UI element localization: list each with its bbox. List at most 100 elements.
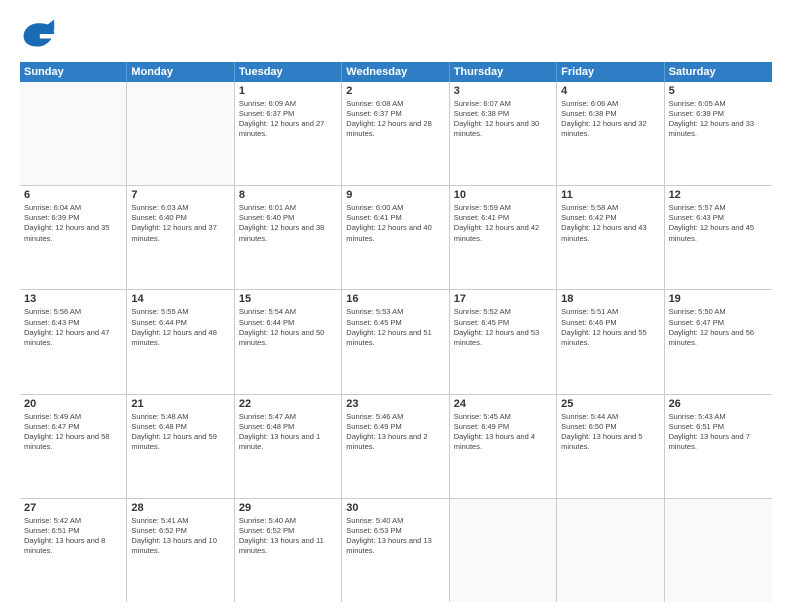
calendar-row-1: 1 Sunrise: 6:09 AM Sunset: 6:37 PM Daylig…: [20, 82, 772, 186]
day-number: 20: [24, 398, 122, 410]
calendar-cell: 7 Sunrise: 6:03 AM Sunset: 6:40 PM Daylig…: [127, 186, 234, 289]
calendar-cell: [450, 499, 557, 602]
cell-info: Sunrise: 6:06 AM Sunset: 6:38 PM Dayligh…: [561, 99, 659, 140]
calendar-cell: 22 Sunrise: 5:47 AM Sunset: 6:48 PM Dayli…: [235, 395, 342, 498]
day-number: 16: [346, 293, 444, 305]
calendar-cell: 13 Sunrise: 5:56 AM Sunset: 6:43 PM Dayli…: [20, 290, 127, 393]
logo: [20, 16, 60, 52]
cell-info: Sunrise: 5:54 AM Sunset: 6:44 PM Dayligh…: [239, 307, 337, 348]
cell-info: Sunrise: 5:57 AM Sunset: 6:43 PM Dayligh…: [669, 203, 768, 244]
calendar-cell: 11 Sunrise: 5:58 AM Sunset: 6:42 PM Dayli…: [557, 186, 664, 289]
cell-info: Sunrise: 5:40 AM Sunset: 6:52 PM Dayligh…: [239, 516, 337, 557]
calendar-cell: 23Sunrise: 5:46 AM Sunset: 6:49 PM Dayli…: [342, 395, 449, 498]
cell-info: Sunrise: 6:09 AM Sunset: 6:37 PM Dayligh…: [239, 99, 337, 140]
calendar-cell: 24Sunrise: 5:45 AM Sunset: 6:49 PM Dayli…: [450, 395, 557, 498]
calendar-row-4: 20 Sunrise: 5:49 AM Sunset: 6:47 PM Dayli…: [20, 395, 772, 499]
cell-info: Sunrise: 6:08 AM Sunset: 6:37 PM Dayligh…: [346, 99, 444, 140]
cell-info: Sunrise: 5:41 AM Sunset: 6:52 PM Dayligh…: [131, 516, 229, 557]
calendar-cell: 4 Sunrise: 6:06 AM Sunset: 6:38 PM Daylig…: [557, 82, 664, 185]
cell-info: Sunrise: 5:51 AM Sunset: 6:46 PM Dayligh…: [561, 307, 659, 348]
calendar-cell: 20 Sunrise: 5:49 AM Sunset: 6:47 PM Dayli…: [20, 395, 127, 498]
day-number: 6: [24, 189, 122, 201]
calendar-row-3: 13 Sunrise: 5:56 AM Sunset: 6:43 PM Dayli…: [20, 290, 772, 394]
weekday-header-tuesday: Tuesday: [235, 62, 342, 82]
calendar-cell: [20, 82, 127, 185]
calendar-cell: [127, 82, 234, 185]
cell-info: Sunrise: 5:40 AM Sunset: 6:53 PM Dayligh…: [346, 516, 444, 557]
cell-info: Sunrise: 5:52 AM Sunset: 6:45 PM Dayligh…: [454, 307, 552, 348]
calendar-cell: 29 Sunrise: 5:40 AM Sunset: 6:52 PM Dayli…: [235, 499, 342, 602]
cell-info: Sunrise: 5:43 AM Sunset: 6:51 PM Dayligh…: [669, 412, 768, 453]
calendar-cell: 18Sunrise: 5:51 AM Sunset: 6:46 PM Dayli…: [557, 290, 664, 393]
calendar-cell: [665, 499, 772, 602]
calendar-cell: 19Sunrise: 5:50 AM Sunset: 6:47 PM Dayli…: [665, 290, 772, 393]
calendar-cell: 30 Sunrise: 5:40 AM Sunset: 6:53 PM Dayli…: [342, 499, 449, 602]
cell-info: Sunrise: 6:04 AM Sunset: 6:39 PM Dayligh…: [24, 203, 122, 244]
weekday-header-thursday: Thursday: [450, 62, 557, 82]
cell-info: Sunrise: 6:00 AM Sunset: 6:41 PM Dayligh…: [346, 203, 444, 244]
calendar-cell: 8Sunrise: 6:01 AM Sunset: 6:40 PM Daylig…: [235, 186, 342, 289]
day-number: 24: [454, 398, 552, 410]
weekday-header-friday: Friday: [557, 62, 664, 82]
cell-info: Sunrise: 5:49 AM Sunset: 6:47 PM Dayligh…: [24, 412, 122, 453]
day-number: 7: [131, 189, 229, 201]
day-number: 9: [346, 189, 444, 201]
day-number: 28: [131, 502, 229, 514]
weekday-header-sunday: Sunday: [20, 62, 127, 82]
cell-info: Sunrise: 5:42 AM Sunset: 6:51 PM Dayligh…: [24, 516, 122, 557]
day-number: 2: [346, 85, 444, 97]
calendar-cell: 28 Sunrise: 5:41 AM Sunset: 6:52 PM Dayli…: [127, 499, 234, 602]
calendar-row-5: 27 Sunrise: 5:42 AM Sunset: 6:51 PM Dayli…: [20, 499, 772, 602]
day-number: 25: [561, 398, 659, 410]
cell-info: Sunrise: 5:47 AM Sunset: 6:48 PM Dayligh…: [239, 412, 337, 453]
day-number: 15: [239, 293, 337, 305]
calendar-cell: 1 Sunrise: 6:09 AM Sunset: 6:37 PM Daylig…: [235, 82, 342, 185]
calendar-cell: 21 Sunrise: 5:48 AM Sunset: 6:48 PM Dayli…: [127, 395, 234, 498]
cell-info: Sunrise: 5:56 AM Sunset: 6:43 PM Dayligh…: [24, 307, 122, 348]
calendar-cell: 25Sunrise: 5:44 AM Sunset: 6:50 PM Dayli…: [557, 395, 664, 498]
day-number: 13: [24, 293, 122, 305]
day-number: 5: [669, 85, 768, 97]
day-number: 11: [561, 189, 659, 201]
cell-info: Sunrise: 5:46 AM Sunset: 6:49 PM Dayligh…: [346, 412, 444, 453]
day-number: 10: [454, 189, 552, 201]
calendar-cell: 14 Sunrise: 5:55 AM Sunset: 6:44 PM Dayli…: [127, 290, 234, 393]
cell-info: Sunrise: 6:01 AM Sunset: 6:40 PM Dayligh…: [239, 203, 337, 244]
calendar-body: 1 Sunrise: 6:09 AM Sunset: 6:37 PM Daylig…: [20, 82, 772, 602]
page-header: [20, 16, 772, 52]
logo-icon: [20, 16, 56, 52]
day-number: 4: [561, 85, 659, 97]
weekday-header-saturday: Saturday: [665, 62, 772, 82]
day-number: 22: [239, 398, 337, 410]
calendar-cell: 27 Sunrise: 5:42 AM Sunset: 6:51 PM Dayli…: [20, 499, 127, 602]
calendar-cell: 6 Sunrise: 6:04 AM Sunset: 6:39 PM Daylig…: [20, 186, 127, 289]
cell-info: Sunrise: 5:48 AM Sunset: 6:48 PM Dayligh…: [131, 412, 229, 453]
calendar-cell: 9 Sunrise: 6:00 AM Sunset: 6:41 PM Daylig…: [342, 186, 449, 289]
cell-info: Sunrise: 6:03 AM Sunset: 6:40 PM Dayligh…: [131, 203, 229, 244]
day-number: 3: [454, 85, 552, 97]
cell-info: Sunrise: 5:55 AM Sunset: 6:44 PM Dayligh…: [131, 307, 229, 348]
calendar-cell: 12 Sunrise: 5:57 AM Sunset: 6:43 PM Dayli…: [665, 186, 772, 289]
day-number: 26: [669, 398, 768, 410]
day-number: 30: [346, 502, 444, 514]
day-number: 21: [131, 398, 229, 410]
day-number: 1: [239, 85, 337, 97]
calendar-cell: 2 Sunrise: 6:08 AM Sunset: 6:37 PM Daylig…: [342, 82, 449, 185]
calendar-cell: [557, 499, 664, 602]
cell-info: Sunrise: 5:59 AM Sunset: 6:41 PM Dayligh…: [454, 203, 552, 244]
calendar-cell: 3 Sunrise: 6:07 AM Sunset: 6:38 PM Daylig…: [450, 82, 557, 185]
calendar-cell: 26 Sunrise: 5:43 AM Sunset: 6:51 PM Dayli…: [665, 395, 772, 498]
calendar: SundayMondayTuesdayWednesdayThursdayFrid…: [20, 62, 772, 602]
day-number: 12: [669, 189, 768, 201]
cell-info: Sunrise: 6:07 AM Sunset: 6:38 PM Dayligh…: [454, 99, 552, 140]
day-number: 29: [239, 502, 337, 514]
cell-info: Sunrise: 5:58 AM Sunset: 6:42 PM Dayligh…: [561, 203, 659, 244]
day-number: 19: [669, 293, 768, 305]
calendar-row-2: 6 Sunrise: 6:04 AM Sunset: 6:39 PM Daylig…: [20, 186, 772, 290]
day-number: 27: [24, 502, 122, 514]
calendar-cell: 16 Sunrise: 5:53 AM Sunset: 6:45 PM Dayli…: [342, 290, 449, 393]
calendar-header: SundayMondayTuesdayWednesdayThursdayFrid…: [20, 62, 772, 82]
cell-info: Sunrise: 5:53 AM Sunset: 6:45 PM Dayligh…: [346, 307, 444, 348]
calendar-cell: 10 Sunrise: 5:59 AM Sunset: 6:41 PM Dayli…: [450, 186, 557, 289]
day-number: 14: [131, 293, 229, 305]
